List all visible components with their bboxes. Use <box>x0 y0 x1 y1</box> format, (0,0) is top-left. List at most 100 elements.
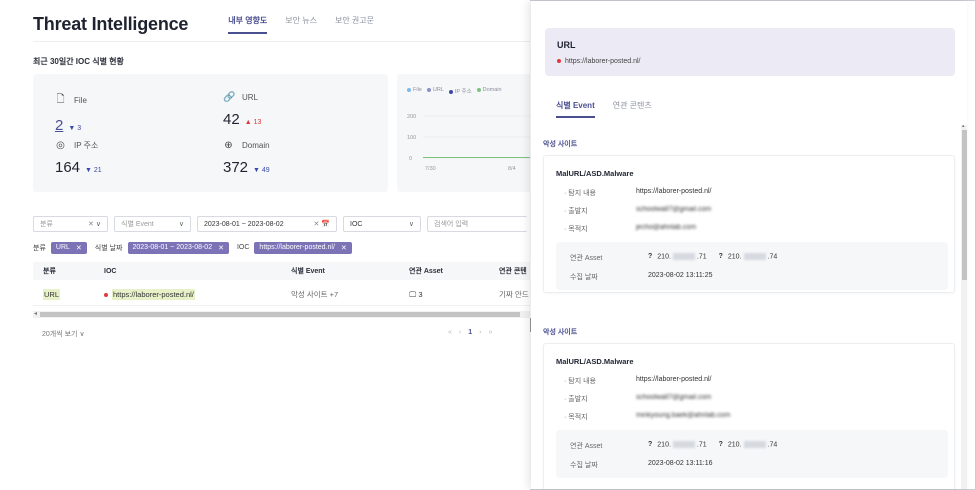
scrollbar-thumb[interactable] <box>962 130 967 280</box>
column-header-event[interactable]: 식별 Event <box>291 266 325 276</box>
scroll-left-icon[interactable]: ◂ <box>34 311 37 318</box>
detect-value: https://laborer-posted.nl/ <box>636 376 712 383</box>
delta-value: 21 <box>93 167 102 174</box>
asset-label: 연관 Asset <box>570 443 603 450</box>
tab-security-news[interactable]: 보안 뉴스 <box>285 15 317 32</box>
event-card: MalURL/ASD.Malware · 탐지 내용 https://labor… <box>543 343 955 489</box>
event-card: MalURL/ASD.Malware · 탐지 내용 https://labor… <box>543 155 955 293</box>
stat-file-delta: ▼ 3 <box>68 125 82 132</box>
main-panel: Threat Intelligence 내부 영향도 보안 뉴스 보안 권고문 … <box>0 0 530 490</box>
column-header-ioc[interactable]: IOC <box>104 268 116 275</box>
current-page[interactable]: 1 <box>468 329 472 336</box>
to-value: jecho@ahnlab.com <box>636 224 697 231</box>
collected-date-value: 2023-08-02 13:11:25 <box>648 272 713 279</box>
table-row[interactable]: URL https://laborer-posted.nl/ 악성 사이트 +7… <box>33 284 530 306</box>
asset-ip-suffix[interactable]: .74 <box>768 253 778 260</box>
date-range-picker[interactable]: 2023-08-01 ~ 2023-08-02 ✕ 📅 <box>197 216 337 232</box>
trend-chart: File URL IP 주소 Domain 200 100 0 7/30 8/4 <box>397 74 530 192</box>
column-header-content[interactable]: 연관 콘텐 <box>499 266 527 276</box>
close-icon[interactable]: ✕ <box>341 244 347 252</box>
tab-internal-impact[interactable]: 내부 영향도 <box>228 15 268 34</box>
asset-ip-prefix[interactable]: 210. <box>657 253 671 260</box>
cell-asset: 🖵 3 <box>409 290 423 300</box>
horizontal-scrollbar[interactable]: ◂ <box>33 311 530 318</box>
stat-file: 🗋 File 2 ▼ 3 <box>55 92 205 134</box>
link-icon: 🔗 <box>223 92 236 103</box>
close-icon[interactable]: ✕ <box>76 244 82 252</box>
asset-ip-prefix[interactable]: 210. <box>728 441 742 448</box>
monitor-icon: 🖵 <box>409 289 417 299</box>
file-icon: 🗋 <box>56 94 65 105</box>
drawer-body: ▴ 악성 사이트 MalURL/ASD.Malware · 탐지 내용 http… <box>531 125 967 489</box>
chip-value: 2023-08-01 ~ 2023-08-02 <box>132 243 213 251</box>
collected-date-label: 수집 날짜 <box>570 274 598 281</box>
ioc-select[interactable]: IOC ∨ <box>343 216 421 232</box>
tab-related-content[interactable]: 연관 콘텐츠 <box>613 100 652 118</box>
search-input[interactable]: 검색어 입력 <box>427 216 527 232</box>
vertical-scrollbar[interactable]: ▴ <box>961 125 967 489</box>
from-label: · 출발지 <box>564 396 588 403</box>
risk-dot-icon <box>104 293 108 298</box>
close-icon[interactable]: ✕ <box>218 244 224 252</box>
event-section-label: 악성 사이트 <box>543 329 578 336</box>
event-placeholder: 식별 Event <box>121 221 154 228</box>
page-size-label: 20개씩 보기 <box>42 331 78 338</box>
category-select[interactable]: 분류 ✕ ∨ <box>33 216 108 232</box>
scroll-up-icon[interactable]: ▴ <box>962 125 965 129</box>
asset-ip-prefix[interactable]: 210. <box>657 441 671 448</box>
clear-icon[interactable]: ✕ <box>88 221 94 228</box>
chip-ioc[interactable]: https://laborer-posted.nl/ ✕ <box>254 241 352 254</box>
cell-category: URL <box>43 289 61 300</box>
cell-ioc[interactable]: https://laborer-posted.nl/ <box>104 289 195 300</box>
filter-bar: 분류 ✕ ∨ 식별 Event ∨ 2023-08-01 ~ 2023-08-0… <box>33 216 527 232</box>
app-title: Threat Intelligence <box>33 14 189 34</box>
ioc-link[interactable]: https://laborer-posted.nl/ <box>112 289 195 300</box>
chip-category-label: 분류 <box>33 244 46 252</box>
asset-ip-prefix[interactable]: 210. <box>728 253 742 260</box>
first-page-button[interactable]: « <box>448 329 452 336</box>
prev-page-button[interactable]: ‹ <box>459 329 461 336</box>
column-header-asset[interactable]: 연관 Asset <box>409 266 443 276</box>
to-label: · 목적지 <box>564 226 588 233</box>
risk-dot-icon <box>557 59 561 64</box>
clear-icon[interactable]: ✕ <box>313 221 319 228</box>
detect-label: · 탐지 내용 <box>564 190 596 197</box>
chevron-down-icon: ∨ <box>79 331 85 338</box>
next-page-button[interactable]: › <box>479 329 481 336</box>
asset-ip-suffix[interactable]: .74 <box>768 441 778 448</box>
redacted-segment <box>672 441 695 448</box>
tab-detected-events[interactable]: 식별 Event <box>556 100 595 118</box>
tab-security-advisory[interactable]: 보안 권고문 <box>335 15 374 32</box>
drawer-title: URL <box>557 40 576 50</box>
page-size-select[interactable]: 20개씩 보기 ∨ <box>42 329 85 339</box>
stat-domain: ⊕ Domain 372 ▼ 49 <box>223 140 373 176</box>
malware-name: MalURL/ASD.Malware <box>556 169 634 178</box>
stats-panel: 🗋 File 2 ▼ 3 🔗 URL 42 ▲ 13 ◎ IP 주소 164 ▼ 21… <box>33 74 388 192</box>
last-page-button[interactable]: » <box>489 329 493 336</box>
chip-category[interactable]: URL ✕ <box>50 241 87 254</box>
unknown-asset-icon: ? <box>648 253 653 261</box>
location-icon: ◎ <box>56 140 65 151</box>
drawer-url: https://laborer-posted.nl/ <box>557 58 641 65</box>
redacted-segment <box>672 253 695 260</box>
detect-value: https://laborer-posted.nl/ <box>636 188 712 195</box>
event-select[interactable]: 식별 Event ∨ <box>114 216 191 232</box>
column-header-category[interactable]: 분류 <box>43 266 56 276</box>
x-tick-0: 7/30 <box>425 166 436 172</box>
stat-ip-value: 164 <box>55 159 81 176</box>
chevron-down-icon: ∨ <box>178 221 184 228</box>
asset-info-box: 연관 Asset ? 210. .71 ? 210. .74 수집 날짜 2023-08… <box>556 242 948 290</box>
chip-date[interactable]: 2023-08-01 ~ 2023-08-02 ✕ <box>127 241 229 254</box>
unknown-asset-icon: ? <box>648 441 653 449</box>
asset-ip-suffix[interactable]: .71 <box>697 441 707 448</box>
stat-file-value[interactable]: 2 <box>55 117 63 134</box>
scrollbar-thumb[interactable] <box>40 312 520 317</box>
y-tick-200: 200 <box>407 114 416 120</box>
chip-value: URL <box>55 243 70 251</box>
delta-value: 49 <box>261 167 270 174</box>
asset-ip-suffix[interactable]: .71 <box>697 253 707 260</box>
from-value: schoolwall7@gmail.com <box>636 206 712 213</box>
chart-svg: 200 100 0 7/30 8/4 <box>407 114 530 172</box>
x-tick-1: 8/4 <box>508 166 516 172</box>
calendar-icon: 📅 <box>321 221 330 228</box>
